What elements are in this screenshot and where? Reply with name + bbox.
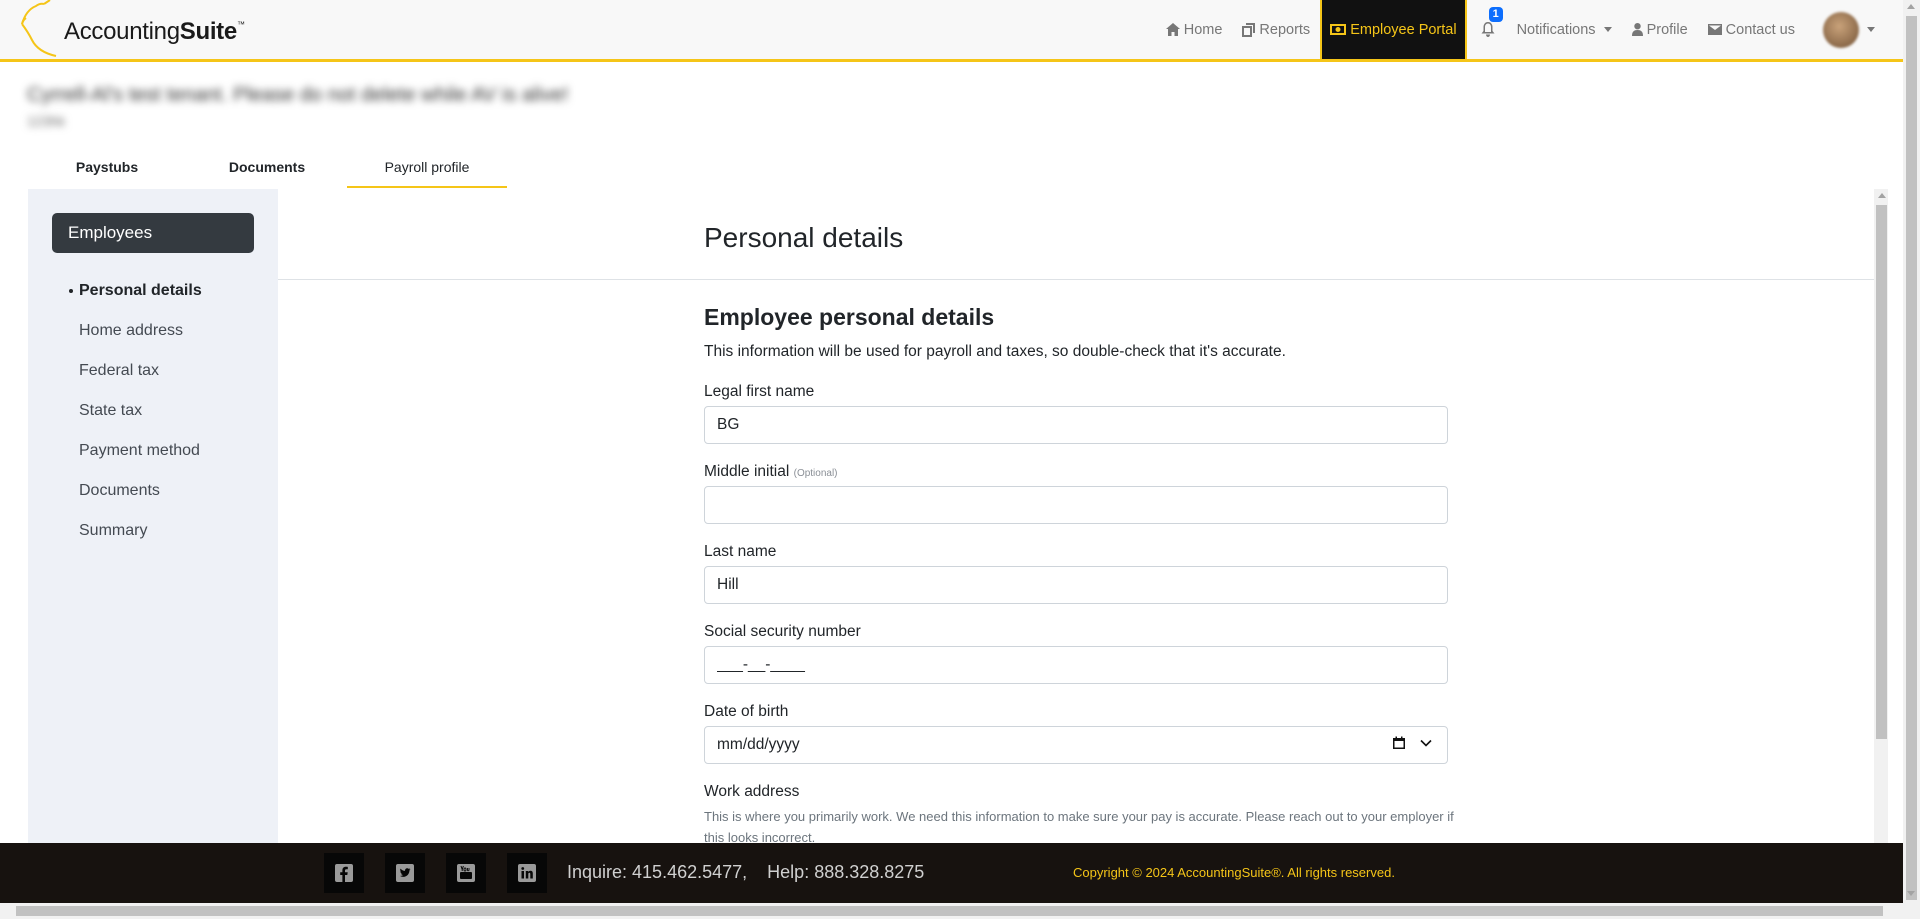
- envelope-icon: [1707, 24, 1722, 35]
- section-description: This information will be used for payrol…: [704, 343, 1286, 360]
- user-menu[interactable]: [1805, 0, 1903, 59]
- work-address-label: Work address: [704, 783, 800, 800]
- ssn-input[interactable]: [704, 646, 1448, 684]
- nav-notifications-dropdown[interactable]: Notifications: [1507, 0, 1622, 59]
- tab-documents[interactable]: Documents: [187, 148, 347, 188]
- scroll-up-arrow-icon[interactable]: [1907, 4, 1915, 9]
- page-hscroll-thumb[interactable]: [16, 906, 1883, 916]
- user-icon: [1631, 23, 1643, 36]
- sidebar-item-documents[interactable]: Documents: [79, 471, 202, 511]
- sidebar-item-state-tax[interactable]: State tax: [79, 391, 202, 431]
- copy-icon: [1242, 22, 1256, 37]
- bell-icon: [1481, 22, 1495, 37]
- middle-initial-label: Middle initial (Optional): [704, 463, 838, 481]
- youtube-icon[interactable]: [446, 853, 486, 893]
- sidebar-heading-employees[interactable]: Employees: [52, 213, 254, 253]
- nav-reports-label: Reports: [1259, 21, 1311, 38]
- sidebar-item-federal-tax[interactable]: Federal tax: [79, 351, 202, 391]
- linkedin-icon[interactable]: [507, 853, 547, 893]
- sidebar-steps: Personal details Home address Federal ta…: [69, 271, 202, 551]
- sidebar-item-home-address[interactable]: Home address: [79, 311, 202, 351]
- nav-profile[interactable]: Profile: [1622, 0, 1698, 59]
- tenant-title: Cyrrell-Al's test tenant. Please do not …: [27, 84, 569, 106]
- page-horizontal-scrollbar[interactable]: [0, 903, 1903, 919]
- optional-hint: (Optional): [793, 468, 838, 479]
- sidebar-item-summary[interactable]: Summary: [79, 511, 202, 551]
- dob-label: Date of birth: [704, 703, 789, 720]
- notification-count-badge: 1: [1488, 7, 1503, 22]
- first-name-input[interactable]: [704, 406, 1448, 444]
- page-scroll-thumb[interactable]: [1906, 16, 1917, 900]
- copyright-text: Copyright © 2024 AccountingSuite®. All r…: [1073, 865, 1395, 880]
- section-title: Employee personal details: [704, 304, 995, 330]
- footer: Inquire: 415.462.5477, Help: 888.328.827…: [0, 843, 1903, 903]
- contact-phones: Inquire: 415.462.5477, Help: 888.328.827…: [567, 862, 924, 883]
- first-name-label: Legal first name: [704, 383, 815, 400]
- brand-logo[interactable]: AccountingSuite™: [20, 0, 250, 60]
- chevron-down-icon[interactable]: [1420, 739, 1432, 747]
- date-picker-controls: [1392, 736, 1432, 750]
- tab-paystubs[interactable]: Paystubs: [27, 148, 187, 188]
- nav-profile-label: Profile: [1646, 21, 1688, 38]
- nav-contact[interactable]: Contact us: [1698, 0, 1805, 59]
- sidebar: Employees Personal details Home address …: [28, 189, 278, 844]
- work-address-help: This is where you primarily work. We nee…: [704, 809, 1454, 845]
- middle-initial-label-text: Middle initial: [704, 463, 790, 480]
- sidebar-item-personal-details[interactable]: Personal details: [69, 271, 202, 311]
- nav-contact-label: Contact us: [1725, 21, 1795, 38]
- page-vertical-scrollbar[interactable]: [1903, 0, 1920, 919]
- help-phone: Help: 888.328.8275: [767, 862, 925, 882]
- header-divider: [278, 279, 1874, 280]
- home-icon: [1165, 23, 1180, 36]
- content-scrollbar[interactable]: [1874, 189, 1888, 844]
- page-title: Personal details: [704, 222, 904, 253]
- tenant-subtitle: 123hk: [27, 113, 66, 129]
- nav-reports[interactable]: Reports: [1232, 0, 1320, 59]
- tab-payroll-profile[interactable]: Payroll profile: [347, 148, 507, 188]
- scroll-down-arrow-icon[interactable]: [1907, 891, 1915, 896]
- nav-home-label: Home: [1183, 21, 1223, 38]
- twitter-icon[interactable]: [385, 853, 425, 893]
- nav-employee-portal-label: Employee Portal: [1350, 21, 1457, 38]
- portal-tabs: Paystubs Documents Payroll profile: [27, 148, 507, 188]
- sidebar-item-payment-method[interactable]: Payment method: [79, 431, 202, 471]
- last-name-label: Last name: [704, 543, 777, 560]
- ssn-label: Social security number: [704, 623, 861, 640]
- avatar: [1823, 11, 1859, 48]
- caret-down-icon: [1603, 27, 1612, 32]
- nav-home[interactable]: Home: [1156, 0, 1233, 59]
- nav-employee-portal[interactable]: Employee Portal: [1320, 0, 1467, 59]
- content-scroll-thumb[interactable]: [1876, 205, 1887, 739]
- inquire-phone: Inquire: 415.462.5477,: [567, 862, 748, 882]
- dob-input[interactable]: [704, 726, 1448, 764]
- last-name-input[interactable]: [704, 566, 1448, 604]
- nav-notifications-label: Notifications: [1516, 21, 1596, 38]
- money-icon: [1330, 24, 1347, 35]
- calendar-icon[interactable]: [1392, 736, 1406, 750]
- facebook-icon[interactable]: [324, 853, 364, 893]
- caret-down-icon: [1867, 27, 1875, 32]
- brand-name: AccountingSuite™: [64, 18, 245, 45]
- top-navbar: AccountingSuite™ Home Reports Employee P…: [0, 0, 1903, 62]
- notification-bell[interactable]: 1: [1467, 0, 1507, 59]
- scroll-up-arrow-icon[interactable]: [1878, 193, 1886, 198]
- middle-initial-input[interactable]: [704, 486, 1448, 524]
